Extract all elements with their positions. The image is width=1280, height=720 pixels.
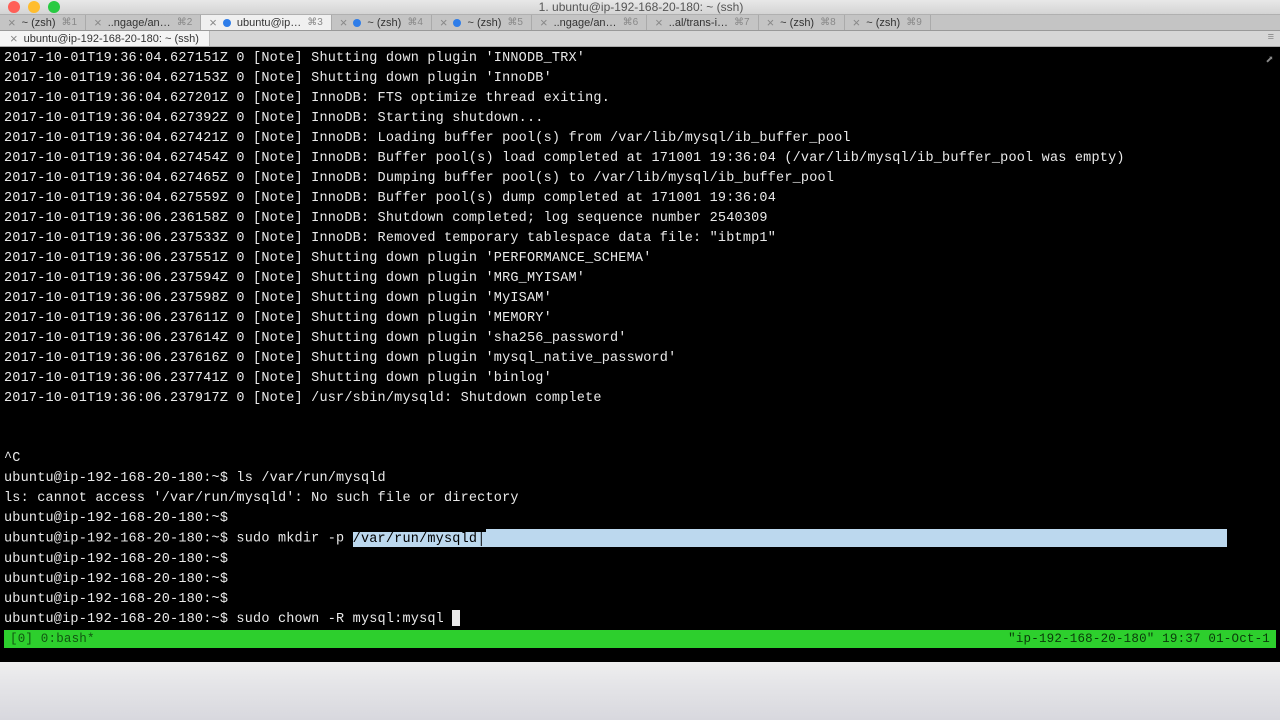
window-title: 1. ubuntu@ip-192-168-20-180: ~ (ssh) [10, 0, 1272, 14]
tab-shortcut: ⌘2 [177, 17, 193, 28]
terminal-line: 2017-10-01T19:36:04.627151Z 0 [Note] Shu… [4, 49, 1276, 69]
selected-text: /var/run/mysqld [353, 532, 478, 547]
terminal-tab-1[interactable]: × ~ (zsh) ⌘1 [0, 15, 86, 30]
terminal-line: 2017-10-01T19:36:06.237614Z 0 [Note] Shu… [4, 329, 1276, 349]
terminal-tab-3[interactable]: × ubuntu@ip… ⌘3 [201, 15, 332, 30]
terminal-line: 2017-10-01T19:36:06.237616Z 0 [Note] Shu… [4, 349, 1276, 369]
terminal-tab-8[interactable]: × ~ (zsh) ⌘8 [759, 15, 845, 30]
tab-shortcut: ⌘7 [734, 17, 750, 28]
terminal-line: 2017-10-01T19:36:04.627559Z 0 [Note] Inn… [4, 189, 1276, 209]
tab-shortcut: ⌘9 [906, 17, 922, 28]
tab-shortcut: ⌘1 [62, 17, 78, 28]
selection-trail [486, 529, 1228, 547]
tab-label: ~ (zsh) [22, 17, 56, 29]
terminal-tab-5[interactable]: × ~ (zsh) ⌘5 [432, 15, 532, 30]
terminal-line: 2017-10-01T19:36:06.237594Z 0 [Note] Shu… [4, 269, 1276, 289]
terminal-line: 2017-10-01T19:36:06.236158Z 0 [Note] Inn… [4, 209, 1276, 229]
tmux-status-bar: [0] 0:bash* "ip-192-168-20-180" 19:37 01… [4, 630, 1276, 648]
title-bar: 1. ubuntu@ip-192-168-20-180: ~ (ssh) [0, 0, 1280, 15]
tab-shortcut: ⌘3 [307, 17, 323, 28]
close-icon[interactable]: × [8, 15, 16, 30]
terminal-line: ^C [4, 449, 1276, 469]
dock-area [0, 660, 1280, 720]
terminal-output[interactable]: ⬈ 2017-10-01T19:36:04.627151Z 0 [Note] S… [0, 47, 1280, 662]
terminal-tab-6[interactable]: × ..ngage/an… ⌘6 [532, 15, 647, 30]
activity-dot-icon [453, 19, 461, 27]
terminal-line [4, 429, 1276, 449]
tab-label: ~ (zsh) [467, 17, 501, 29]
terminal-line: ubuntu@ip-192-168-20-180:~$ [4, 570, 1276, 590]
terminal-line: ubuntu@ip-192-168-20-180:~$ [4, 509, 1276, 529]
activity-dot-icon [353, 19, 361, 27]
terminal-line: 2017-10-01T19:36:06.237533Z 0 [Note] Inn… [4, 229, 1276, 249]
prompt-text: ubuntu@ip-192-168-20-180:~$ sudo mkdir -… [4, 532, 353, 547]
close-icon[interactable]: × [540, 15, 548, 30]
terminal-line: ls: cannot access '/var/run/mysqld': No … [4, 489, 1276, 509]
terminal-tab-2[interactable]: × ..ngage/an… ⌘2 [86, 15, 201, 30]
tab-label: ..ngage/an… [108, 17, 171, 29]
terminal-line: ubuntu@ip-192-168-20-180:~$ ls /var/run/… [4, 469, 1276, 489]
close-icon[interactable]: × [655, 15, 663, 30]
terminal-line: 2017-10-01T19:36:04.627201Z 0 [Note] Inn… [4, 89, 1276, 109]
text-cursor: │ [477, 532, 485, 547]
tab-shortcut: ⌘5 [507, 17, 523, 28]
sub-tab-spacer [210, 31, 1262, 46]
terminal-line [4, 409, 1276, 429]
close-icon[interactable]: × [340, 15, 348, 30]
current-command-text: ubuntu@ip-192-168-20-180:~$ sudo chown -… [4, 612, 452, 627]
tab-label: ~ (zsh) [367, 17, 401, 29]
terminal-tab-7[interactable]: × ..al/trans-i… ⌘7 [647, 15, 758, 30]
terminal-window: 1. ubuntu@ip-192-168-20-180: ~ (ssh) × ~ … [0, 0, 1280, 660]
terminal-line: 2017-10-01T19:36:04.627421Z 0 [Note] Inn… [4, 129, 1276, 149]
terminal-line: 2017-10-01T19:36:06.237598Z 0 [Note] Shu… [4, 289, 1276, 309]
terminal-line: 2017-10-01T19:36:06.237917Z 0 [Note] /us… [4, 389, 1276, 409]
open-external-icon[interactable]: ⬈ [1265, 51, 1274, 71]
terminal-padding [4, 648, 1276, 660]
terminal-line: 2017-10-01T19:36:06.237611Z 0 [Note] Shu… [4, 309, 1276, 329]
sub-tab-label: ubuntu@ip-192-168-20-180: ~ (ssh) [24, 33, 199, 45]
terminal-current-line[interactable]: ubuntu@ip-192-168-20-180:~$ sudo chown -… [4, 610, 1276, 630]
close-icon[interactable]: × [94, 15, 102, 30]
terminal-tab-4[interactable]: × ~ (zsh) ⌘4 [332, 15, 432, 30]
terminal-line: 2017-10-01T19:36:04.627465Z 0 [Note] Inn… [4, 169, 1276, 189]
terminal-line: 2017-10-01T19:36:06.237741Z 0 [Note] Shu… [4, 369, 1276, 389]
tab-strip: × ~ (zsh) ⌘1 × ..ngage/an… ⌘2 × ubuntu@ip… ⌘3 × ~ … [0, 15, 1280, 31]
tab-shortcut: ⌘4 [407, 17, 423, 28]
close-icon[interactable]: × [767, 15, 775, 30]
terminal-line: ubuntu@ip-192-168-20-180:~$ [4, 550, 1276, 570]
terminal-line: 2017-10-01T19:36:04.627454Z 0 [Note] Inn… [4, 149, 1276, 169]
close-icon[interactable]: × [10, 31, 18, 46]
status-right: "ip-192-168-20-180" 19:37 01-Oct-1 [1008, 629, 1270, 649]
tab-label: ..al/trans-i… [669, 17, 728, 29]
more-icon[interactable]: ≡ [1262, 31, 1280, 46]
sub-tab-active[interactable]: × ubuntu@ip-192-168-20-180: ~ (ssh) [0, 31, 210, 46]
tab-label: ..ngage/an… [554, 17, 617, 29]
terminal-line: 2017-10-01T19:36:04.627153Z 0 [Note] Shu… [4, 69, 1276, 89]
terminal-line: 2017-10-01T19:36:04.627392Z 0 [Note] Inn… [4, 109, 1276, 129]
close-icon[interactable]: × [853, 15, 861, 30]
tab-shortcut: ⌘8 [820, 17, 836, 28]
tab-shortcut: ⌘6 [623, 17, 639, 28]
terminal-tab-9[interactable]: × ~ (zsh) ⌘9 [845, 15, 931, 30]
close-icon[interactable]: × [209, 15, 217, 30]
tab-label: ubuntu@ip… [237, 17, 301, 29]
activity-dot-icon [223, 19, 231, 27]
status-left: [0] 0:bash* [10, 629, 95, 649]
terminal-line: ubuntu@ip-192-168-20-180:~$ [4, 590, 1276, 610]
terminal-line-selected: ubuntu@ip-192-168-20-180:~$ sudo mkdir -… [4, 529, 1276, 550]
close-icon[interactable]: × [440, 15, 448, 30]
tab-label: ~ (zsh) [866, 17, 900, 29]
tab-label: ~ (zsh) [780, 17, 814, 29]
block-cursor [452, 610, 460, 626]
terminal-line: 2017-10-01T19:36:06.237551Z 0 [Note] Shu… [4, 249, 1276, 269]
sub-tab-strip: × ubuntu@ip-192-168-20-180: ~ (ssh) ≡ [0, 31, 1280, 47]
